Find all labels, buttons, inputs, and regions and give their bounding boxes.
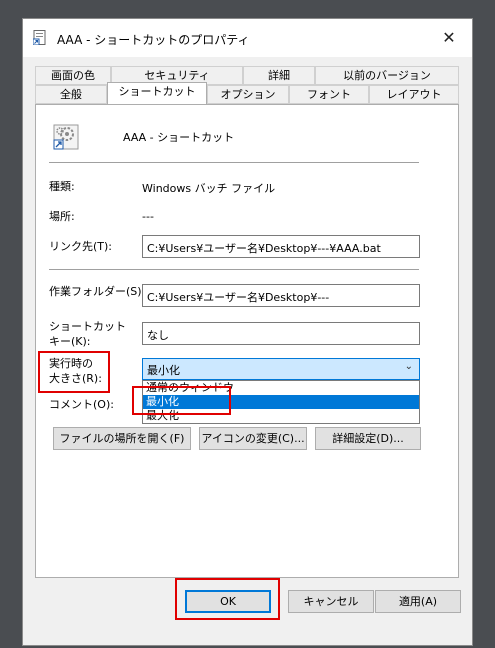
divider [49, 269, 419, 270]
type-label: 種類: [49, 180, 75, 193]
run-size-value: 最小化 [147, 364, 180, 377]
workdir-input[interactable]: C:¥Users¥ユーザー名¥Desktop¥--- [142, 284, 420, 307]
close-button[interactable]: ✕ [426, 19, 472, 57]
batch-file-gear-icon [53, 124, 79, 150]
tab-details[interactable]: 詳細 [243, 66, 315, 85]
hotkey-label-line1: ショートカット [49, 320, 126, 333]
location-label: 場所: [49, 210, 75, 223]
workdir-label: 作業フォルダー(S): [49, 285, 146, 298]
tab-font[interactable]: フォント [289, 85, 369, 104]
properties-window: AAA - ショートカットのプロパティ ✕ 画面の色 セキュリティ 詳細 以前の… [22, 18, 473, 646]
hotkey-label-line2: キー(K): [49, 335, 91, 348]
type-value: Windows バッチ ファイル [142, 182, 276, 195]
ok-button-highlight [175, 578, 280, 620]
apply-button[interactable]: 適用(A) [375, 590, 461, 613]
tab-screen-colors[interactable]: 画面の色 [35, 66, 111, 85]
run-size-select[interactable]: 最小化 ⌄ [142, 358, 420, 380]
cancel-button[interactable]: キャンセル [288, 590, 374, 613]
location-value: --- [142, 210, 154, 223]
hotkey-input[interactable]: なし [142, 322, 420, 345]
divider [49, 162, 419, 163]
chevron-down-icon[interactable]: ⌄ [405, 361, 413, 372]
tab-options[interactable]: オプション [207, 85, 289, 104]
minimized-option-highlight [132, 386, 231, 415]
target-input[interactable]: C:¥Users¥ユーザー名¥Desktop¥---¥AAA.bat [142, 235, 420, 258]
target-label: リンク先(T): [49, 240, 113, 253]
tab-layout[interactable]: レイアウト [369, 85, 459, 104]
shortcut-file-icon [33, 30, 46, 45]
open-file-location-button[interactable]: ファイルの場所を開く(F) [53, 427, 191, 450]
tab-shortcut[interactable]: ショートカット [107, 82, 207, 104]
change-icon-button[interactable]: アイコンの変更(C)... [199, 427, 307, 450]
advanced-settings-button[interactable]: 詳細設定(D)... [315, 427, 421, 450]
run-size-label-highlight [38, 351, 110, 393]
comment-label: コメント(O): [49, 398, 114, 411]
tab-previous-versions[interactable]: 以前のバージョン [315, 66, 459, 85]
tab-general[interactable]: 全般 [35, 85, 107, 104]
close-icon: ✕ [442, 28, 456, 47]
title-bar[interactable]: AAA - ショートカットのプロパティ ✕ [23, 19, 472, 57]
shortcut-name: AAA - ショートカット [123, 131, 235, 144]
window-title: AAA - ショートカットのプロパティ [57, 33, 250, 47]
